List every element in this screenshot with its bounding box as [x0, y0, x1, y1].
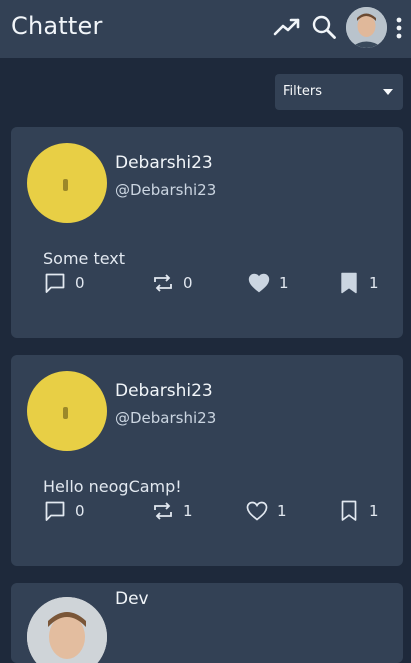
comment-count: 0	[75, 502, 85, 520]
comment-icon	[43, 499, 67, 523]
author-avatar[interactable]	[27, 597, 107, 663]
author-handle: @Debarshi23	[115, 409, 217, 427]
retweet-count: 0	[183, 274, 193, 292]
post-text: Some text	[43, 249, 126, 268]
bookmark-button[interactable]: 1	[337, 499, 379, 523]
post-card[interactable]: Debarshi23 @Debarshi23 Some text 0 0 1 1	[11, 127, 403, 338]
bookmark-icon	[337, 499, 361, 523]
retweet-icon	[151, 271, 175, 295]
like-button[interactable]: 1	[245, 499, 287, 523]
caret-down-icon	[383, 89, 393, 95]
bookmark-button[interactable]: 1	[337, 271, 379, 295]
comment-button[interactable]: 0	[43, 499, 85, 523]
bookmark-count: 1	[369, 502, 379, 520]
more-vertical-icon[interactable]	[392, 14, 406, 42]
author-name[interactable]: Debarshi23	[115, 153, 213, 173]
filters-label: Filters	[283, 84, 322, 99]
comment-icon	[43, 271, 67, 295]
app-title[interactable]: Chatter	[11, 12, 103, 40]
post-text: Hello neogCamp!	[43, 477, 182, 496]
retweet-button[interactable]: 1	[151, 499, 193, 523]
like-count: 1	[277, 502, 287, 520]
search-icon[interactable]	[310, 13, 338, 41]
post-card[interactable]: Debarshi23 @Debarshi23 Hello neogCamp! 0…	[11, 355, 403, 566]
trending-up-icon[interactable]	[272, 14, 302, 40]
filters-dropdown[interactable]: Filters	[275, 74, 403, 110]
author-avatar[interactable]	[27, 143, 107, 223]
post-card[interactable]: Dev	[11, 583, 403, 663]
heart-icon	[245, 499, 269, 523]
author-name[interactable]: Dev	[115, 589, 149, 609]
bookmark-icon	[337, 271, 361, 295]
retweet-button[interactable]: 0	[151, 271, 193, 295]
author-name[interactable]: Debarshi23	[115, 381, 213, 401]
user-avatar[interactable]	[346, 7, 387, 48]
like-count: 1	[279, 274, 289, 292]
author-handle: @Debarshi23	[115, 181, 217, 199]
retweet-icon	[151, 499, 175, 523]
app-bar: Chatter	[0, 0, 411, 58]
author-avatar[interactable]	[27, 371, 107, 451]
heart-icon	[247, 271, 271, 295]
bookmark-count: 1	[369, 274, 379, 292]
like-button[interactable]: 1	[247, 271, 289, 295]
comment-count: 0	[75, 274, 85, 292]
retweet-count: 1	[183, 502, 193, 520]
comment-button[interactable]: 0	[43, 271, 85, 295]
